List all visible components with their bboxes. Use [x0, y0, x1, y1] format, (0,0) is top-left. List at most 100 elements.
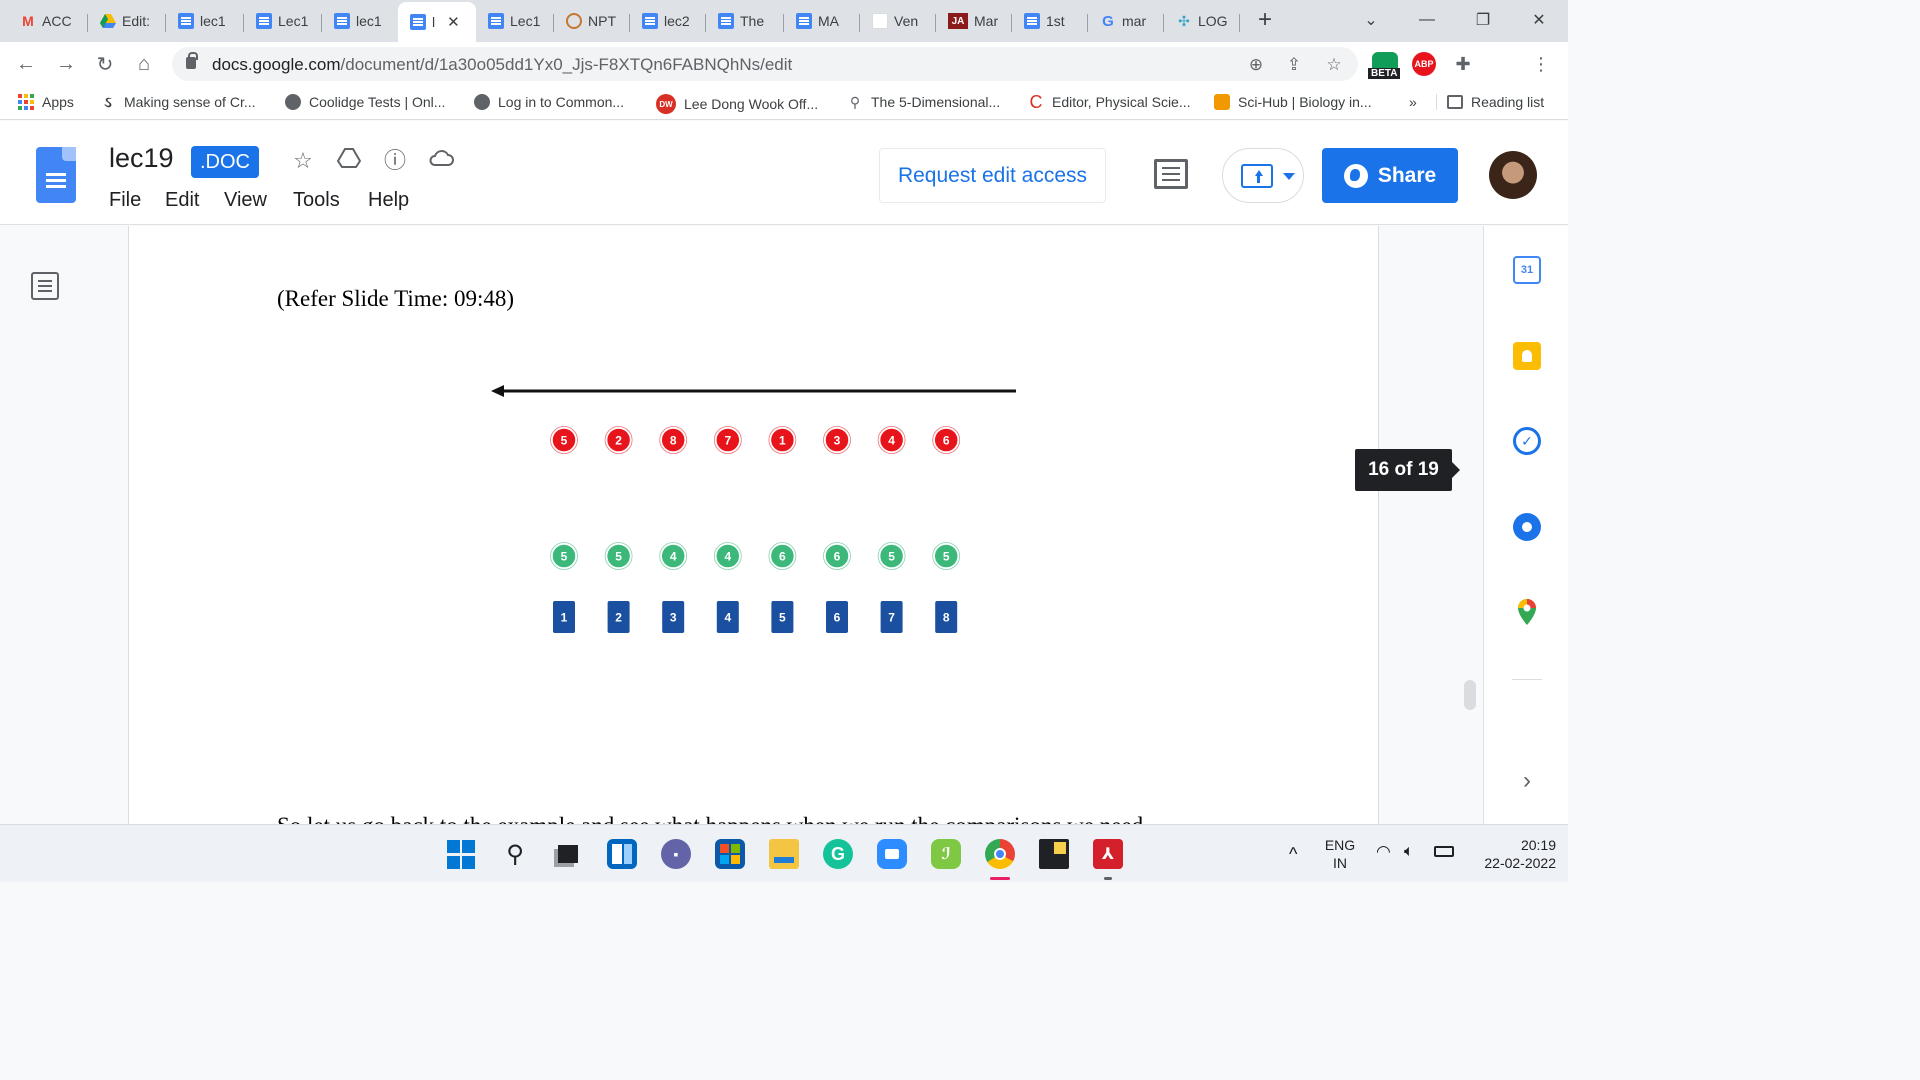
- blue-box: 3: [662, 601, 685, 633]
- star-icon[interactable]: ☆: [289, 147, 317, 175]
- tab-active-doc[interactable]: l ✕: [398, 2, 476, 42]
- address-bar[interactable]: docs.google.com/document/d/1a30o05dd1Yx0…: [172, 47, 1358, 81]
- request-edit-access-button[interactable]: Request edit access: [879, 148, 1106, 203]
- docs-logo-icon[interactable]: [36, 147, 76, 203]
- volume-icon[interactable]: 🔈︎: [1404, 843, 1414, 861]
- tab-google[interactable]: G mar: [1088, 6, 1164, 36]
- tab-doc[interactable]: 1st: [1012, 6, 1088, 36]
- menu-help[interactable]: Help: [368, 189, 409, 212]
- reading-list-button[interactable]: Reading list: [1436, 94, 1544, 110]
- zoom-icon[interactable]: ⊕: [1246, 55, 1266, 75]
- expand-panel-icon[interactable]: ›: [1513, 767, 1541, 795]
- minimize-icon[interactable]: —: [1404, 0, 1450, 40]
- tab-doc[interactable]: lec2: [630, 6, 706, 36]
- tab-ja[interactable]: JA Mar: [936, 6, 1012, 36]
- tab-blank[interactable]: Ven: [860, 6, 936, 36]
- bookmarks-bar: Apps ઽ Making sense of Cr... Coolidge Te…: [0, 86, 1568, 120]
- menu-file[interactable]: File: [109, 189, 141, 212]
- red-ball: 8: [659, 426, 688, 454]
- document-title[interactable]: lec19: [109, 143, 174, 174]
- red-ball-label: 7: [724, 434, 731, 448]
- chrome-icon[interactable]: [985, 839, 1015, 869]
- bookmark-scihub[interactable]: Sci-Hub | Biology in...: [1214, 94, 1372, 110]
- bookmark-5-dimensional[interactable]: ⚲ The 5-Dimensional...: [847, 94, 1000, 111]
- reload-icon[interactable]: ↻: [91, 50, 119, 78]
- teams-chat-icon[interactable]: ▪: [661, 839, 691, 869]
- tab-doc[interactable]: lec1: [166, 6, 244, 36]
- tab-doc[interactable]: Lec1: [476, 6, 554, 36]
- share-page-icon[interactable]: ⇪: [1284, 55, 1304, 75]
- tab-nptel[interactable]: NPT: [554, 6, 630, 36]
- more-bookmarks-icon[interactable]: »: [1409, 94, 1417, 110]
- tray-overflow-icon[interactable]: ^: [1289, 845, 1297, 863]
- document-page[interactable]: (Refer Slide Time: 09:48) 5 2 8 7 1 3 4 6 5 5 4 4 6…: [128, 226, 1379, 824]
- file-explorer-icon[interactable]: [769, 839, 799, 869]
- tab-gmail[interactable]: M ACC: [8, 6, 88, 36]
- bookmark-star-icon[interactable]: ☆: [1324, 55, 1344, 75]
- maps-icon[interactable]: [1513, 598, 1541, 626]
- scrollbar-thumb[interactable]: [1464, 680, 1476, 710]
- move-to-drive-icon[interactable]: [335, 147, 363, 175]
- extensions-puzzle-icon[interactable]: ✚: [1451, 52, 1475, 76]
- forward-icon[interactable]: →: [52, 50, 80, 78]
- present-button[interactable]: [1222, 148, 1304, 203]
- widgets-icon[interactable]: [607, 839, 637, 869]
- keep-icon[interactable]: [1513, 342, 1541, 370]
- account-avatar[interactable]: [1489, 151, 1537, 199]
- zoom-icon[interactable]: [877, 839, 907, 869]
- blue-box-label: 3: [670, 611, 677, 625]
- battery-icon[interactable]: [1434, 843, 1454, 861]
- red-ball-label: 4: [888, 434, 895, 448]
- bookmark-lee-dong-wook[interactable]: DW Lee Dong Wook Off...: [656, 94, 818, 114]
- bookmark-common[interactable]: Log in to Common...: [474, 94, 624, 110]
- docs-icon: [178, 13, 194, 29]
- acrobat-icon[interactable]: ⅄: [1093, 839, 1123, 869]
- tab-label: lec2: [664, 13, 690, 29]
- gmail-icon: M: [22, 13, 34, 29]
- grammarly-icon[interactable]: G: [823, 839, 853, 869]
- tab-doc[interactable]: MA: [784, 6, 860, 36]
- windows-start-icon[interactable]: [446, 839, 476, 869]
- tab-log[interactable]: ✣ LOG: [1164, 6, 1240, 36]
- tab-search-icon[interactable]: ⌄: [1348, 0, 1394, 40]
- store-icon[interactable]: [715, 839, 745, 869]
- wifi-icon[interactable]: ◠: [1376, 843, 1391, 861]
- comment-history-icon[interactable]: [1154, 159, 1188, 189]
- blue-box-label: 5: [779, 611, 786, 625]
- bookmark-making-sense[interactable]: ઽ Making sense of Cr...: [100, 94, 255, 111]
- close-tab-icon[interactable]: ✕: [447, 13, 460, 31]
- restore-icon[interactable]: ❐: [1460, 0, 1506, 40]
- task-view-icon[interactable]: [553, 839, 583, 869]
- menu-view[interactable]: View: [224, 189, 267, 212]
- bookmark-coolidge[interactable]: Coolidge Tests | Onl...: [285, 94, 445, 110]
- share-button[interactable]: Share: [1322, 148, 1458, 203]
- tab-drive[interactable]: Edit:: [88, 6, 166, 36]
- green-ball: 4: [713, 542, 742, 570]
- sticky-notes-icon[interactable]: [1039, 839, 1069, 869]
- clock[interactable]: 20:19 22-02-2022: [1466, 836, 1556, 872]
- tab-doc[interactable]: The: [706, 6, 784, 36]
- document-outline-icon[interactable]: [31, 272, 59, 300]
- contacts-icon[interactable]: [1513, 513, 1541, 541]
- active-app-indicator: [990, 877, 1010, 880]
- bookmark-editor-physical[interactable]: C Editor, Physical Scie...: [1028, 92, 1191, 112]
- home-icon[interactable]: ⌂: [130, 50, 158, 78]
- evernote-icon[interactable]: ℐ: [931, 839, 961, 869]
- menu-edit[interactable]: Edit: [165, 189, 199, 212]
- tab-doc[interactable]: lec1: [322, 6, 398, 36]
- new-tab-button[interactable]: +: [1242, 0, 1288, 40]
- tasks-icon[interactable]: ✓: [1513, 427, 1541, 455]
- close-window-icon[interactable]: ✕: [1516, 0, 1562, 40]
- calendar-icon[interactable]: 31: [1513, 256, 1541, 284]
- adblock-icon[interactable]: ABP: [1412, 52, 1436, 76]
- info-icon[interactable]: ⓘ: [381, 147, 409, 175]
- search-icon[interactable]: ⚲: [500, 839, 530, 869]
- tab-doc[interactable]: Lec1: [244, 6, 322, 36]
- url-text[interactable]: docs.google.com/document/d/1a30o05dd1Yx0…: [212, 55, 792, 75]
- cloud-status-icon[interactable]: [427, 147, 455, 175]
- bookmark-apps[interactable]: Apps: [18, 94, 74, 110]
- browser-menu-icon[interactable]: ⋮: [1527, 50, 1555, 78]
- input-language[interactable]: ENG IN: [1320, 836, 1360, 872]
- menu-tools[interactable]: Tools: [293, 189, 340, 212]
- back-icon[interactable]: ←: [12, 50, 40, 78]
